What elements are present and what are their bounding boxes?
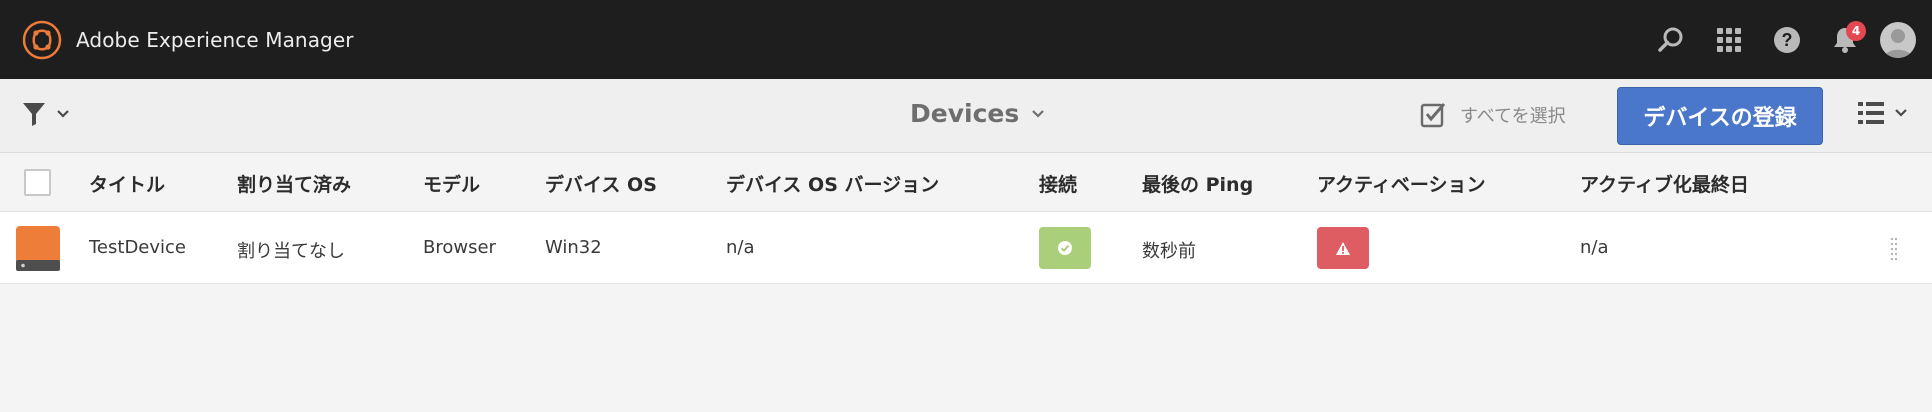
chevron-down-icon: [1032, 109, 1045, 118]
device-activation-last-date: n/a: [1580, 237, 1609, 258]
devices-table: タイトル 割り当て済み モデル デバイス OS デバイス OS バージョン 接続…: [0, 153, 1932, 284]
notification-badge: 4: [1846, 20, 1866, 41]
view-switcher[interactable]: [1858, 101, 1908, 125]
column-header-title[interactable]: タイトル: [89, 170, 165, 197]
column-header-last-ping[interactable]: 最後の Ping: [1142, 170, 1253, 197]
select-all-checkbox[interactable]: [24, 169, 51, 196]
adobe-experience-logo: [22, 20, 62, 59]
table-header: タイトル 割り当て済み モデル デバイス OS デバイス OS バージョン 接続…: [0, 153, 1932, 212]
device-os-version: n/a: [726, 237, 755, 258]
shell-header: Adobe Experience Manager ? 4: [0, 0, 1932, 79]
device-last-ping: 数秒前: [1142, 241, 1196, 262]
search-button[interactable]: [1642, 11, 1700, 69]
column-header-activation[interactable]: アクティベーション: [1317, 170, 1486, 197]
user-silhouette-icon: [1884, 28, 1912, 58]
device-model: Browser: [423, 237, 496, 258]
select-all-label: すべてを選択: [1460, 106, 1566, 127]
table-row[interactable]: TestDevice 割り当てなし Browser Win32 n/a 数秒前 …: [0, 212, 1932, 284]
column-header-os-version[interactable]: デバイス OS バージョン: [726, 170, 939, 197]
register-device-button[interactable]: デバイスの登録: [1617, 87, 1823, 145]
brand[interactable]: Adobe Experience Manager: [22, 20, 354, 60]
notifications-button[interactable]: 4: [1816, 11, 1874, 69]
row-drag-handle[interactable]: [1890, 238, 1898, 260]
apps-grid-icon: [1717, 27, 1741, 52]
apps-button[interactable]: [1700, 11, 1758, 69]
column-header-connection[interactable]: 接続: [1039, 170, 1077, 197]
column-header-activation-last-date[interactable]: アクティブ化最終日: [1580, 170, 1749, 197]
column-header-model[interactable]: モデル: [423, 170, 480, 197]
select-all-icon: [1420, 103, 1446, 128]
device-assigned: 割り当てなし: [237, 241, 345, 262]
help-button[interactable]: ?: [1758, 11, 1816, 69]
svg-text:?: ?: [1782, 30, 1793, 50]
column-header-assigned[interactable]: 割り当て済み: [237, 170, 351, 197]
filter-toggle[interactable]: [22, 101, 70, 127]
action-bar: Devices すべてを選択 デバイスの登録: [0, 79, 1932, 153]
page-title: Devices: [910, 99, 1020, 128]
activation-status-badge: [1317, 227, 1369, 269]
search-icon: [1658, 27, 1683, 52]
select-all-button[interactable]: すべてを選択: [1420, 101, 1566, 129]
chevron-down-icon: [57, 110, 69, 118]
column-header-os[interactable]: デバイス OS: [545, 170, 657, 197]
device-thumbnail-icon: [16, 226, 60, 271]
device-os: Win32: [545, 237, 602, 258]
help-icon: ?: [1774, 26, 1800, 53]
list-view-icon: [1858, 102, 1884, 124]
alert-triangle-icon: [1336, 241, 1350, 255]
user-avatar[interactable]: [1880, 21, 1916, 58]
table-empty-area: [0, 284, 1932, 412]
checkmark-circle-icon: [1058, 241, 1072, 255]
device-title[interactable]: TestDevice: [89, 237, 186, 258]
filter-icon: [23, 103, 45, 126]
chevron-down-icon: [1895, 109, 1907, 117]
shell-actions: ? 4: [1642, 0, 1916, 79]
connection-status-badge: [1039, 227, 1091, 269]
view-title-switcher[interactable]: Devices: [910, 99, 1045, 128]
app-name: Adobe Experience Manager: [76, 27, 354, 52]
